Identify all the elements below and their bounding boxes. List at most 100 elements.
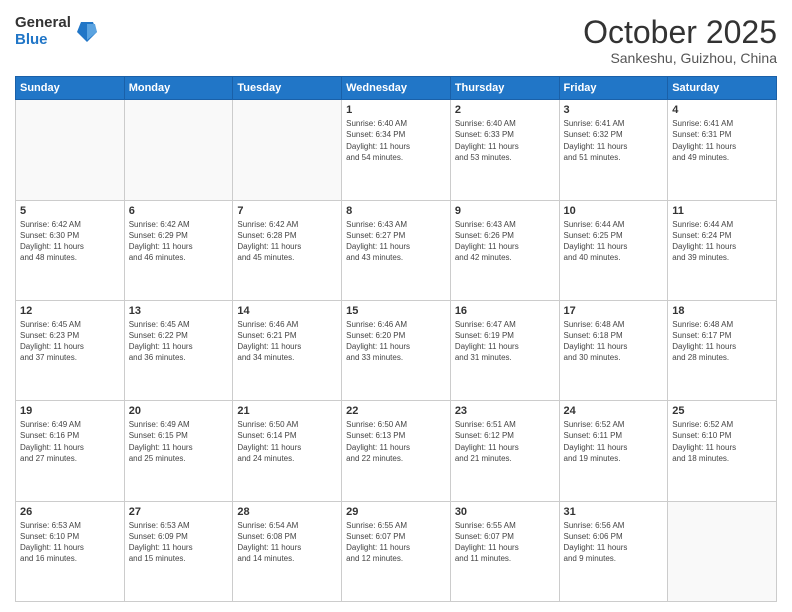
day-cell: 4Sunrise: 6:41 AMSunset: 6:31 PMDaylight… <box>668 100 777 200</box>
day-cell <box>16 100 125 200</box>
day-number: 29 <box>346 506 446 518</box>
day-number: 23 <box>455 405 555 417</box>
weekday-header-tuesday: Tuesday <box>233 77 342 100</box>
day-number: 26 <box>20 506 120 518</box>
week-row-2: 5 Sunrise: 6:42 AMSunset: 6:30 PMDaylight… <box>16 200 777 300</box>
day-cell: 12 Sunrise: 6:45 AMSunset: 6:23 PMDayligh… <box>16 300 125 400</box>
day-cell: 15 Sunrise: 6:46 AMSunset: 6:20 PMDayligh… <box>342 300 451 400</box>
day-number: 8 <box>346 205 446 217</box>
day-info: Sunrise: 6:51 AMSunset: 6:12 PMDaylight:… <box>455 419 555 464</box>
weekday-header-monday: Monday <box>124 77 233 100</box>
day-cell: 20Sunrise: 6:49 AMSunset: 6:15 PMDayligh… <box>124 401 233 501</box>
day-info: Sunrise: 6:42 AMSunset: 6:28 PMDaylight:… <box>237 219 337 264</box>
day-info: Sunrise: 6:43 AMSunset: 6:27 PMDaylight:… <box>346 219 446 264</box>
day-number: 17 <box>564 305 664 317</box>
day-cell: 21Sunrise: 6:50 AMSunset: 6:14 PMDayligh… <box>233 401 342 501</box>
day-cell: 10Sunrise: 6:44 AMSunset: 6:25 PMDayligh… <box>559 200 668 300</box>
day-info: Sunrise: 6:55 AMSunset: 6:07 PMDaylight:… <box>455 520 555 565</box>
logo-text: General Blue <box>15 15 71 48</box>
day-cell: 26 Sunrise: 6:53 AMSunset: 6:10 PMDayligh… <box>16 501 125 601</box>
day-cell: 11Sunrise: 6:44 AMSunset: 6:24 PMDayligh… <box>668 200 777 300</box>
day-cell <box>668 501 777 601</box>
day-cell: 13 Sunrise: 6:45 AMSunset: 6:22 PMDayligh… <box>124 300 233 400</box>
day-info: Sunrise: 6:54 AMSunset: 6:08 PMDaylight:… <box>237 520 337 565</box>
day-info: Sunrise: 6:49 AMSunset: 6:15 PMDaylight:… <box>129 419 229 464</box>
day-info: Sunrise: 6:50 AMSunset: 6:13 PMDaylight:… <box>346 419 446 464</box>
day-cell: 8 Sunrise: 6:43 AMSunset: 6:27 PMDaylight… <box>342 200 451 300</box>
day-info: Sunrise: 6:46 AMSunset: 6:21 PMDaylight:… <box>237 319 337 364</box>
day-info: Sunrise: 6:55 AMSunset: 6:07 PMDaylight:… <box>346 520 446 565</box>
weekday-header-sunday: Sunday <box>16 77 125 100</box>
weekday-header-thursday: Thursday <box>450 77 559 100</box>
day-cell: 25 Sunrise: 6:52 AMSunset: 6:10 PMDayligh… <box>668 401 777 501</box>
day-number: 30 <box>455 506 555 518</box>
day-number: 5 <box>20 205 120 217</box>
day-cell: 28 Sunrise: 6:54 AMSunset: 6:08 PMDayligh… <box>233 501 342 601</box>
day-info: Sunrise: 6:43 AMSunset: 6:26 PMDaylight:… <box>455 219 555 264</box>
day-cell: 22 Sunrise: 6:50 AMSunset: 6:13 PMDayligh… <box>342 401 451 501</box>
day-info: Sunrise: 6:44 AMSunset: 6:24 PMDaylight:… <box>672 219 772 264</box>
day-number: 4 <box>672 104 772 116</box>
day-cell: 18 Sunrise: 6:48 AMSunset: 6:17 PMDayligh… <box>668 300 777 400</box>
day-info: Sunrise: 6:49 AMSunset: 6:16 PMDaylight:… <box>20 419 120 464</box>
day-info: Sunrise: 6:41 AMSunset: 6:32 PMDaylight:… <box>564 118 664 163</box>
day-number: 6 <box>129 205 229 217</box>
day-number: 7 <box>237 205 337 217</box>
day-cell: 19 Sunrise: 6:49 AMSunset: 6:16 PMDayligh… <box>16 401 125 501</box>
day-info: Sunrise: 6:47 AMSunset: 6:19 PMDaylight:… <box>455 319 555 364</box>
logo: General Blue <box>15 15 97 48</box>
day-number: 12 <box>20 305 120 317</box>
day-number: 16 <box>455 305 555 317</box>
day-info: Sunrise: 6:52 AMSunset: 6:11 PMDaylight:… <box>564 419 664 464</box>
day-number: 21 <box>237 405 337 417</box>
day-info: Sunrise: 6:46 AMSunset: 6:20 PMDaylight:… <box>346 319 446 364</box>
day-number: 15 <box>346 305 446 317</box>
header: General Blue October 2025 Sankeshu, Guiz… <box>15 15 777 66</box>
day-number: 2 <box>455 104 555 116</box>
day-cell: 9 Sunrise: 6:43 AMSunset: 6:26 PMDaylight… <box>450 200 559 300</box>
day-info: Sunrise: 6:45 AMSunset: 6:23 PMDaylight:… <box>20 319 120 364</box>
day-cell: 1 Sunrise: 6:40 AMSunset: 6:34 PMDaylight… <box>342 100 451 200</box>
day-number: 22 <box>346 405 446 417</box>
day-info: Sunrise: 6:48 AMSunset: 6:17 PMDaylight:… <box>672 319 772 364</box>
day-number: 10 <box>564 205 664 217</box>
week-row-1: 1 Sunrise: 6:40 AMSunset: 6:34 PMDaylight… <box>16 100 777 200</box>
day-number: 31 <box>564 506 664 518</box>
day-number: 1 <box>346 104 446 116</box>
day-cell: 3 Sunrise: 6:41 AMSunset: 6:32 PMDaylight… <box>559 100 668 200</box>
day-number: 3 <box>564 104 664 116</box>
day-cell: 7 Sunrise: 6:42 AMSunset: 6:28 PMDaylight… <box>233 200 342 300</box>
day-info: Sunrise: 6:52 AMSunset: 6:10 PMDaylight:… <box>672 419 772 464</box>
week-row-4: 19 Sunrise: 6:49 AMSunset: 6:16 PMDayligh… <box>16 401 777 501</box>
day-cell: 2 Sunrise: 6:40 AMSunset: 6:33 PMDaylight… <box>450 100 559 200</box>
day-number: 28 <box>237 506 337 518</box>
day-cell: 6 Sunrise: 6:42 AMSunset: 6:29 PMDaylight… <box>124 200 233 300</box>
location-subtitle: Sankeshu, Guizhou, China <box>583 50 777 66</box>
day-number: 13 <box>129 305 229 317</box>
day-info: Sunrise: 6:53 AMSunset: 6:10 PMDaylight:… <box>20 520 120 565</box>
day-number: 27 <box>129 506 229 518</box>
day-info: Sunrise: 6:40 AMSunset: 6:34 PMDaylight:… <box>346 118 446 163</box>
day-cell: 5 Sunrise: 6:42 AMSunset: 6:30 PMDaylight… <box>16 200 125 300</box>
logo-blue: Blue <box>15 32 71 49</box>
title-block: October 2025 Sankeshu, Guizhou, China <box>583 15 777 66</box>
day-info: Sunrise: 6:56 AMSunset: 6:06 PMDaylight:… <box>564 520 664 565</box>
day-number: 18 <box>672 305 772 317</box>
day-number: 19 <box>20 405 120 417</box>
day-number: 9 <box>455 205 555 217</box>
day-cell: 27 Sunrise: 6:53 AMSunset: 6:09 PMDayligh… <box>124 501 233 601</box>
day-info: Sunrise: 6:42 AMSunset: 6:30 PMDaylight:… <box>20 219 120 264</box>
day-info: Sunrise: 6:53 AMSunset: 6:09 PMDaylight:… <box>129 520 229 565</box>
logo-icon <box>77 20 97 44</box>
calendar-table: SundayMondayTuesdayWednesdayThursdayFrid… <box>15 76 777 602</box>
day-cell: 14Sunrise: 6:46 AMSunset: 6:21 PMDayligh… <box>233 300 342 400</box>
weekday-header-saturday: Saturday <box>668 77 777 100</box>
day-info: Sunrise: 6:45 AMSunset: 6:22 PMDaylight:… <box>129 319 229 364</box>
day-info: Sunrise: 6:42 AMSunset: 6:29 PMDaylight:… <box>129 219 229 264</box>
month-title: October 2025 <box>583 15 777 50</box>
day-info: Sunrise: 6:40 AMSunset: 6:33 PMDaylight:… <box>455 118 555 163</box>
day-cell: 24Sunrise: 6:52 AMSunset: 6:11 PMDayligh… <box>559 401 668 501</box>
day-cell: 23 Sunrise: 6:51 AMSunset: 6:12 PMDayligh… <box>450 401 559 501</box>
day-number: 25 <box>672 405 772 417</box>
week-row-5: 26 Sunrise: 6:53 AMSunset: 6:10 PMDayligh… <box>16 501 777 601</box>
